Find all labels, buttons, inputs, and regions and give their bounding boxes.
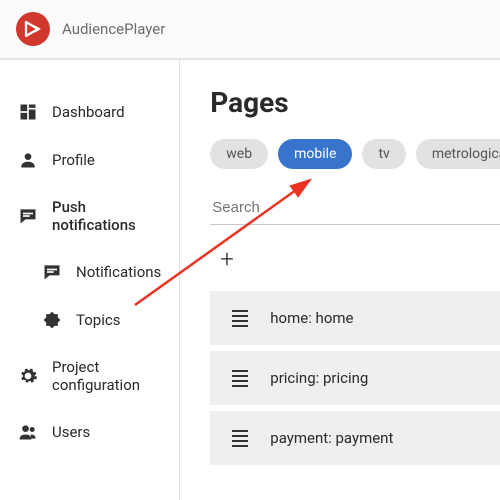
gear-icon — [18, 366, 38, 386]
filter-chip-mobile[interactable]: mobile — [278, 139, 352, 169]
list-item-label: pricing: pricing — [270, 369, 368, 387]
drag-handle-icon[interactable] — [232, 310, 248, 327]
sidebar-item-label: Users — [52, 423, 90, 441]
sidebar-item-label: Notifications — [76, 263, 161, 281]
filter-chips: web mobile tv metrological — [210, 139, 500, 169]
list-item-label: home: home — [270, 309, 353, 327]
sidebar-item-push-notifications[interactable]: Push notifications — [0, 184, 179, 248]
filter-chip-tv[interactable]: tv — [362, 139, 405, 169]
sidebar-item-profile[interactable]: Profile — [0, 136, 179, 184]
sidebar-item-label: Project configuration — [52, 358, 161, 394]
list-item-label: payment: payment — [270, 429, 393, 447]
search-input[interactable] — [210, 191, 500, 225]
topbar: AudiencePlayer — [0, 0, 500, 60]
brand-logo-icon — [16, 12, 50, 46]
pages-list: home: home pricing: pricing payment: pay… — [210, 291, 500, 465]
sidebar-item-label: Dashboard — [52, 103, 125, 121]
sidebar-item-dashboard[interactable]: Dashboard — [0, 88, 179, 136]
list-item[interactable]: pricing: pricing — [210, 351, 500, 405]
brand-name: AudiencePlayer — [62, 20, 165, 38]
users-icon — [18, 422, 38, 442]
list-item[interactable]: payment: payment — [210, 411, 500, 465]
drag-handle-icon[interactable] — [232, 370, 248, 387]
chat-icon — [42, 262, 62, 282]
filter-chip-web[interactable]: web — [210, 139, 268, 169]
profile-icon — [18, 150, 38, 170]
sidebar-item-topics[interactable]: Topics — [0, 296, 179, 344]
sidebar-item-notifications[interactable]: Notifications — [0, 248, 179, 296]
add-row: + — [210, 225, 500, 291]
filter-chip-metrological[interactable]: metrological — [416, 139, 500, 169]
sidebar-item-users[interactable]: Users — [0, 408, 179, 456]
list-item[interactable]: home: home — [210, 291, 500, 345]
drag-handle-icon[interactable] — [232, 430, 248, 447]
sidebar-item-label: Topics — [76, 311, 120, 329]
sidebar-item-label: Push notifications — [52, 198, 161, 234]
main-content: Pages web mobile tv metrological + home:… — [180, 60, 500, 500]
add-button[interactable]: + — [220, 245, 234, 273]
brand[interactable]: AudiencePlayer — [16, 12, 165, 46]
sidebar-item-label: Profile — [52, 151, 95, 169]
sidebar: Dashboard Profile Push notifications — [0, 60, 180, 500]
star-badge-icon — [42, 310, 62, 330]
push-icon — [18, 206, 38, 226]
sidebar-item-project-config[interactable]: Project configuration — [0, 344, 179, 408]
dashboard-icon — [18, 102, 38, 122]
page-title: Pages — [210, 86, 500, 119]
